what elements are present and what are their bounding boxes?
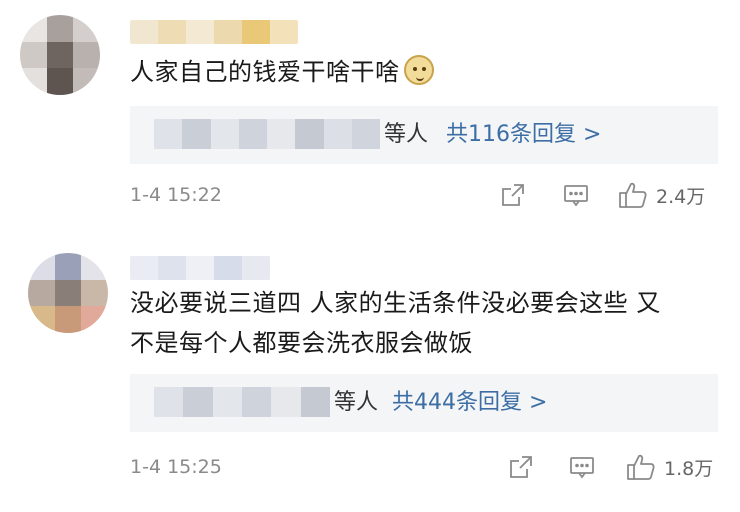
avatar[interactable] — [20, 15, 100, 95]
reply-preview[interactable]: 等人 共444条回复 > — [130, 374, 718, 432]
like-count: 2.4万 — [656, 185, 706, 208]
share-icon — [510, 456, 532, 478]
comment-meta: 1-4 15:22 2.4万 — [130, 180, 720, 210]
view-replies-link[interactable]: 共444条回复 > — [392, 388, 547, 418]
comment-text: 人家自己的钱爱干啥干啥 — [130, 52, 434, 92]
share-icon — [502, 184, 524, 206]
like-button[interactable]: 2.4万 — [618, 180, 705, 210]
comment-button[interactable] — [568, 452, 596, 482]
reply-users-suffix: 等人 — [334, 390, 379, 415]
like-button[interactable]: 1.8万 — [626, 452, 713, 482]
comment-item: 没必要说三道四 人家的生活条件没必要会这些 又 不是每个人都要会洗衣服会做饭 等… — [0, 250, 740, 512]
reply-users — [154, 119, 380, 149]
timestamp: 1-4 15:25 — [130, 456, 222, 478]
username[interactable] — [130, 20, 298, 44]
reply-users-suffix: 等人 — [384, 122, 429, 147]
comment-icon — [564, 185, 588, 207]
comment-button[interactable] — [562, 180, 590, 210]
comment-text-line: 不是每个人都要会洗衣服会做饭 — [130, 329, 473, 357]
username[interactable] — [130, 256, 270, 280]
share-button[interactable] — [508, 452, 534, 482]
reply-preview[interactable]: 等人 共116条回复 > — [130, 106, 718, 164]
view-replies-link[interactable]: 共116条回复 > — [446, 120, 601, 150]
share-button[interactable] — [500, 180, 526, 210]
like-count: 1.8万 — [664, 457, 714, 480]
comment-item: 人家自己的钱爱干啥干啥 等人 共116条回复 > 1-4 15:22 2.4万 — [0, 0, 740, 250]
comment-icon — [570, 457, 594, 479]
timestamp: 1-4 15:22 — [130, 184, 222, 206]
like-icon — [627, 454, 655, 480]
reply-users — [154, 387, 330, 417]
comment-meta: 1-4 15:25 1.8万 — [130, 452, 720, 482]
comment-text: 没必要说三道四 人家的生活条件没必要会这些 又 不是每个人都要会洗衣服会做饭 — [130, 283, 730, 363]
doge-emoji-icon — [403, 55, 434, 85]
avatar[interactable] — [28, 253, 108, 333]
comment-text-line: 没必要说三道四 人家的生活条件没必要会这些 又 — [130, 289, 661, 317]
like-icon — [619, 182, 647, 208]
